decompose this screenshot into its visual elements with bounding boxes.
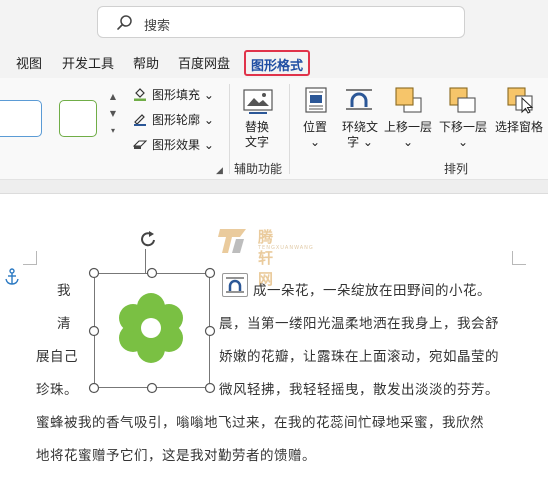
tab-shape-format[interactable]: 图形格式 (244, 50, 311, 76)
bring-forward-label: 上移一层 (384, 120, 433, 134)
search-placeholder: 搜索 (144, 19, 171, 34)
alt-text-label-1: 替换 (245, 120, 270, 134)
shape-outline-button[interactable]: 图形轮廓 ⌄ (133, 111, 214, 128)
accessibility-group-label: 辅助功能 (234, 162, 283, 176)
selection-pane-label: 选择窗格 (495, 120, 544, 134)
shape-style-blue[interactable] (0, 100, 42, 137)
margin-corner-mark (512, 251, 526, 265)
paint-bucket-icon (134, 88, 146, 101)
tab-developer[interactable]: 开发工具 (62, 53, 114, 72)
text-line-left: 清 (57, 316, 71, 332)
wrap-text-icon (226, 277, 244, 293)
watermark-subtext: TENGXUANWANG (258, 245, 314, 251)
alt-text-label-2: 文字 (245, 135, 270, 149)
text-line-full: 蜜蜂被我的香气吸引，嗡嗡地飞过来，在我的花蕊间忙碌地采蜜，我欣然 (36, 415, 484, 431)
text-line-full: 地将花蜜赠予它们，这是我对勤劳者的馈赠。 (36, 448, 316, 464)
wrap-text-label-1: 环绕文 (342, 120, 379, 134)
send-backward-icon (449, 87, 476, 113)
dialog-launcher-icon[interactable]: ◢ (216, 166, 223, 176)
anchor-icon[interactable] (4, 268, 20, 286)
text-line-right: 成一朵花，一朵绽放在田野间的小花。 (253, 283, 491, 299)
alt-text-button[interactable]: 替换 文字 (245, 120, 269, 150)
effects-icon (133, 140, 147, 149)
tab-baidu-netdisk[interactable]: 百度网盘 (178, 53, 230, 72)
pen-icon (134, 114, 146, 126)
alt-text-icon (243, 89, 273, 114)
position-button[interactable]: 位置 ⌄ (303, 120, 327, 150)
text-line-right: 晨，当第一缕阳光温柔地洒在我身上，我会舒 (219, 316, 499, 332)
position-label: 位置 (303, 120, 328, 134)
group-divider (229, 84, 230, 174)
wrap-text-icon (346, 89, 372, 110)
send-backward-button[interactable]: 下移一层 ⌄ (439, 120, 487, 150)
document-page[interactable]: 腾轩网 TENGXUANWANG 我 清 展自己 珍珠。 成一朵花，一朵绽放在田… (0, 195, 548, 478)
tab-view[interactable]: 视图 (16, 53, 42, 72)
shape-fill-label: 图形填充 (152, 88, 201, 102)
chevron-down-icon: ⌄ (309, 135, 321, 149)
chevron-down-icon: ⌄ (402, 135, 414, 149)
scroll-down-icon[interactable]: ▼ (106, 107, 120, 121)
tab-help[interactable]: 帮助 (133, 53, 159, 72)
wrap-text-label-2: 字 (347, 135, 360, 149)
shape-effects-label: 图形效果 (152, 138, 201, 152)
shape-outline-label: 图形轮廓 (152, 113, 201, 127)
position-icon (305, 87, 327, 113)
text-line-left: 珍珠。 (36, 382, 78, 398)
ribbon: ▲ ▼ ▾ 图形填充 ⌄ 图形轮廓 ⌄ 图形效果 ⌄ ◢ 替换 文字 辅助功能 (0, 78, 548, 180)
selection-pane-button[interactable]: 选择窗格 (495, 120, 543, 135)
rotate-handle-icon[interactable] (138, 229, 160, 249)
title-bar: 搜索 (0, 0, 548, 48)
search-icon (117, 15, 132, 30)
send-backward-label: 下移一层 (439, 120, 488, 134)
text-line-left: 展自己 (36, 349, 78, 365)
shape-effects-button[interactable]: 图形效果 ⌄ (133, 136, 214, 153)
arrange-group-label: 排列 (444, 162, 469, 176)
flower-shape[interactable] (113, 290, 189, 366)
shape-style-green[interactable] (59, 100, 97, 137)
watermark-logo: 腾轩网 TENGXUANWANG (218, 223, 313, 288)
more-styles-icon[interactable]: ▾ (106, 124, 120, 138)
chevron-down-icon: ⌄ (457, 135, 469, 149)
watermark-emblem (218, 229, 246, 253)
wrap-text-button[interactable]: 环绕文 字 ⌄ (342, 120, 378, 150)
group-divider (289, 84, 290, 174)
text-line-left: 我 (57, 283, 71, 299)
margin-corner-mark (23, 251, 37, 265)
shape-style-scroll[interactable]: ▲ ▼ ▾ (106, 90, 120, 141)
bring-forward-icon (395, 87, 422, 113)
scroll-up-icon[interactable]: ▲ (106, 90, 120, 104)
selection-pane-icon (507, 87, 534, 114)
bring-forward-button[interactable]: 上移一层 ⌄ (384, 120, 432, 150)
search-box[interactable]: 搜索 (97, 6, 465, 38)
layout-options-button[interactable] (222, 273, 248, 297)
ribbon-document-gap (0, 180, 548, 194)
text-line-right: 娇嫩的花瓣，让露珠在上面滚动，宛如晶莹的 (219, 349, 499, 365)
ribbon-tabs: 视图 开发工具 帮助 百度网盘 图形格式 (0, 48, 548, 78)
shape-fill-button[interactable]: 图形填充 ⌄ (133, 86, 214, 103)
text-line-right: 微风轻拂，我轻轻摇曳，散发出淡淡的芬芳。 (219, 382, 499, 398)
